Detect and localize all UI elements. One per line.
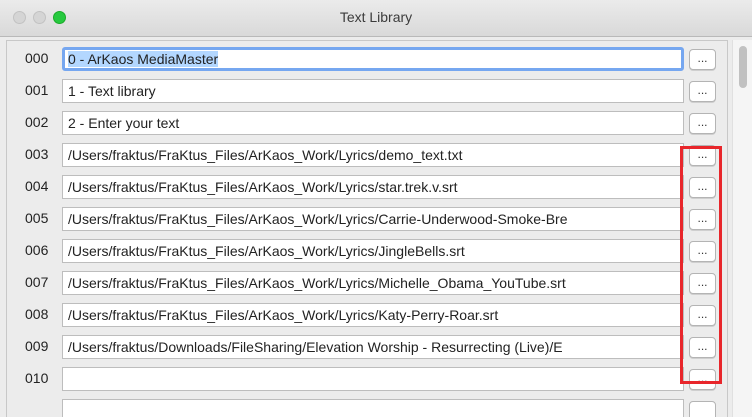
- vertical-scrollbar[interactable]: [732, 40, 752, 417]
- text-row: 001 1 - Text library ...: [7, 75, 727, 107]
- text-list: 000 0 - ArKaos MediaMaster ... 001 1 - T…: [6, 40, 728, 417]
- text-field[interactable]: [62, 399, 684, 417]
- browse-button[interactable]: ...: [689, 81, 716, 102]
- text-field[interactable]: /Users/fraktus/FraKtus_Files/ArKaos_Work…: [62, 175, 684, 199]
- row-number: 010: [25, 370, 49, 386]
- text-row: 004 /Users/fraktus/FraKtus_Files/ArKaos_…: [7, 171, 727, 203]
- text-row: 007 /Users/fraktus/FraKtus_Files/ArKaos_…: [7, 267, 727, 299]
- text-field[interactable]: [62, 367, 684, 391]
- text-row: [7, 395, 727, 417]
- browse-button[interactable]: ...: [689, 49, 716, 70]
- highlight-annotation: [680, 146, 722, 384]
- text-row: 008 /Users/fraktus/FraKtus_Files/ArKaos_…: [7, 299, 727, 331]
- text-field[interactable]: /Users/fraktus/Downloads/FileSharing/Ele…: [62, 335, 684, 359]
- text-row: 003 /Users/fraktus/FraKtus_Files/ArKaos_…: [7, 139, 727, 171]
- row-number: 004: [25, 178, 49, 194]
- text-row: 009 /Users/fraktus/Downloads/FileSharing…: [7, 331, 727, 363]
- row-number: 003: [25, 146, 49, 162]
- text-row: 005 /Users/fraktus/FraKtus_Files/ArKaos_…: [7, 203, 727, 235]
- text-row: 010 ...: [7, 363, 727, 395]
- text-library-window: Text Library 000 0 - ArKaos MediaMaster …: [0, 0, 752, 417]
- window-title: Text Library: [339, 9, 413, 25]
- row-number: 006: [25, 242, 49, 258]
- text-field[interactable]: 2 - Enter your text: [62, 111, 684, 135]
- row-number: 002: [25, 114, 49, 130]
- text-field[interactable]: 1 - Text library: [62, 79, 684, 103]
- row-number: 007: [25, 274, 49, 290]
- text-row: 000 0 - ArKaos MediaMaster ...: [7, 43, 727, 75]
- text-field[interactable]: /Users/fraktus/FraKtus_Files/ArKaos_Work…: [62, 143, 684, 167]
- scroll-thumb[interactable]: [739, 46, 747, 88]
- text-row: 002 2 - Enter your text ...: [7, 107, 727, 139]
- text-row: 006 /Users/fraktus/FraKtus_Files/ArKaos_…: [7, 235, 727, 267]
- row-number: 000: [25, 50, 49, 66]
- text-field[interactable]: /Users/fraktus/FraKtus_Files/ArKaos_Work…: [62, 303, 684, 327]
- text-field[interactable]: /Users/fraktus/FraKtus_Files/ArKaos_Work…: [62, 239, 684, 263]
- browse-button[interactable]: ...: [689, 113, 716, 134]
- row-number: 009: [25, 338, 49, 354]
- row-number: 005: [25, 210, 49, 226]
- text-field[interactable]: 0 - ArKaos MediaMaster: [62, 47, 684, 71]
- row-number: 008: [25, 306, 49, 322]
- browse-button[interactable]: [689, 401, 716, 417]
- text-field-value: 0 - ArKaos MediaMaster: [68, 51, 219, 67]
- row-number: 001: [25, 82, 49, 98]
- text-field[interactable]: /Users/fraktus/FraKtus_Files/ArKaos_Work…: [62, 271, 684, 295]
- title-bar: Text Library: [0, 0, 752, 37]
- text-field[interactable]: /Users/fraktus/FraKtus_Files/ArKaos_Work…: [62, 207, 684, 231]
